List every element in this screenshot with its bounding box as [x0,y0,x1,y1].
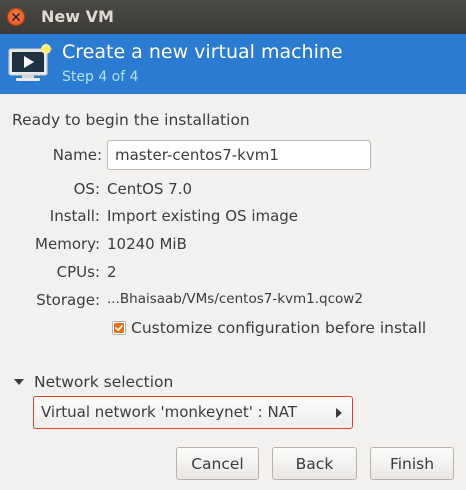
os-label: OS: [73,180,100,198]
window-title: New VM [41,7,114,26]
network-source-dropdown[interactable]: Virtual network 'monkeynet' : NAT [33,396,353,429]
memory-value: 10240 MiB [107,235,187,253]
new-vm-window: New VM Create a new virtual machine Step… [0,0,466,490]
back-button[interactable]: Back [272,447,357,480]
chevron-right-icon [336,408,342,418]
customize-label[interactable]: Customize configuration before install [131,319,426,337]
install-value: Import existing OS image [107,207,299,225]
cancel-button[interactable]: Cancel [176,447,259,480]
cpus-value: 2 [107,263,117,281]
memory-label: Memory: [35,235,100,253]
cpus-label: CPUs: [56,263,100,281]
checkmark-icon [114,323,124,333]
network-selection-expander[interactable]: Network selection [34,373,173,391]
os-value: CentOS 7.0 [107,180,193,198]
close-icon [12,13,20,21]
wizard-title: Create a new virtual machine [62,41,343,63]
title-bar: New VM [0,0,466,34]
finish-button[interactable]: Finish [370,447,454,480]
network-selected-value: Virtual network 'monkeynet' : NAT [41,403,297,421]
customize-checkbox[interactable] [112,321,126,335]
monitor-play-icon [8,42,53,81]
storage-value: ...Bhaisaab/VMs/centos7-kvm1.qcow2 [107,291,363,307]
expander-arrow-icon[interactable] [14,379,24,385]
name-label: Name: [52,146,102,164]
summary-heading: Ready to begin the installation [12,111,250,129]
wizard-banner: Create a new virtual machine Step 4 of 4 [0,34,466,94]
close-button[interactable] [7,8,25,26]
install-label: Install: [49,207,100,225]
vm-name-input[interactable]: master-centos7-kvm1 [107,140,371,170]
wizard-step: Step 4 of 4 [62,69,139,85]
storage-label: Storage: [36,291,100,309]
